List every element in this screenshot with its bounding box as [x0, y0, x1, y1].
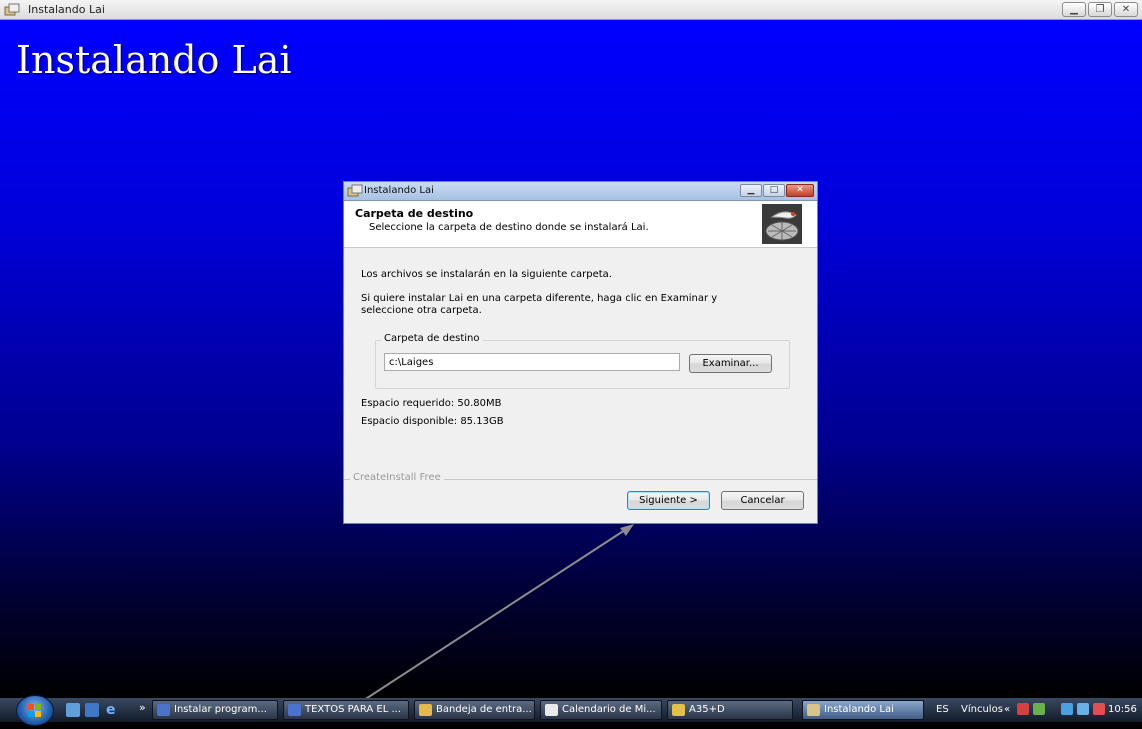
dialog-titlebar[interactable]: Instalando Lai ▁ □ ✕ — [344, 182, 817, 201]
volume-tray-icon[interactable] — [1093, 703, 1105, 715]
destination-group-label: Carpeta de destino — [381, 333, 483, 344]
close-button[interactable]: ✕ — [1114, 2, 1138, 17]
dialog-close-button[interactable]: ✕ — [786, 184, 814, 197]
footer-brand: CreateInstall Free — [350, 472, 444, 483]
header-subtitle: Seleccione la carpeta de destino donde s… — [369, 222, 649, 233]
internet-explorer-icon[interactable]: e — [106, 703, 120, 717]
word-doc-icon — [288, 704, 301, 716]
browse-button[interactable]: Examinar... — [689, 354, 772, 373]
taskbar-item[interactable]: TEXTOS PARA EL ... — [283, 700, 409, 720]
network-tray-icon[interactable] — [1061, 703, 1073, 715]
taskbar-item[interactable]: Bandeja de entra... — [414, 700, 535, 720]
start-button[interactable] — [16, 695, 54, 726]
close-icon: ✕ — [1121, 4, 1131, 15]
destination-path-input[interactable] — [384, 353, 680, 371]
outer-window-title: Instalando Lai — [28, 3, 105, 16]
installer-icon — [347, 184, 363, 197]
taskbar-item[interactable]: Calendario de Mi... — [540, 700, 662, 720]
windows-logo-icon — [28, 704, 41, 717]
clock[interactable]: 10:56 — [1108, 704, 1137, 715]
calendar-icon — [545, 704, 558, 716]
mail-inbox-icon — [419, 704, 432, 716]
links-chevron[interactable]: « — [1004, 704, 1010, 715]
header-title: Carpeta de destino — [355, 207, 474, 220]
quicklaunch-chevron[interactable]: » — [139, 701, 146, 714]
change-folder-text-line1: Si quiere instalar Lai en una carpeta di… — [361, 293, 718, 304]
maximize-icon: □ — [769, 185, 779, 195]
dialog-header: Carpeta de destino Seleccione la carpeta… — [344, 201, 817, 248]
connection-tray-icon[interactable] — [1077, 703, 1089, 715]
show-desktop-icon[interactable] — [66, 703, 80, 717]
product-logo-icon — [762, 204, 802, 244]
space-available-text: Espacio disponible: 85.13GB — [361, 416, 504, 427]
close-icon: ✕ — [796, 185, 804, 195]
language-indicator[interactable]: ES — [936, 704, 949, 715]
background-title: Instalando Lai — [16, 38, 292, 82]
dialog-maximize-button[interactable]: □ — [763, 184, 785, 197]
messenger-tray-icon[interactable] — [1033, 703, 1045, 715]
installer-icon — [4, 3, 20, 16]
minimize-icon: ▁ — [1070, 4, 1078, 15]
dialog-title: Instalando Lai — [364, 185, 434, 196]
cancel-button[interactable]: Cancelar — [721, 491, 804, 510]
taskbar-item[interactable]: Instalar program... — [152, 700, 278, 720]
minimize-icon: ▁ — [747, 185, 755, 195]
outer-window-titlebar[interactable]: Instalando Lai ▁ ❐ ✕ — [0, 0, 1142, 20]
word-doc-icon — [157, 704, 170, 716]
switch-windows-icon[interactable] — [85, 703, 99, 717]
taskbar-item[interactable]: A35+D — [667, 700, 793, 720]
taskbar-item-label: TEXTOS PARA EL ... — [305, 704, 402, 715]
minimize-button[interactable]: ▁ — [1062, 2, 1086, 17]
taskbar-item-label: A35+D — [689, 704, 725, 715]
installer-dialog: Instalando Lai ▁ □ ✕ Carpeta de destino … — [343, 181, 818, 524]
space-required-text: Espacio requerido: 50.80MB — [361, 398, 502, 409]
dialog-minimize-button[interactable]: ▁ — [740, 184, 762, 197]
intro-text: Los archivos se instalarán en la siguien… — [361, 269, 612, 280]
restore-button[interactable]: ❐ — [1088, 2, 1112, 17]
taskbar-item-label: Instalar program... — [174, 704, 267, 715]
taskbar: e » Instalar program... TEXTOS PARA EL .… — [0, 695, 1142, 726]
links-toolbar-label[interactable]: Vínculos — [961, 704, 1003, 715]
taskbar-item-active[interactable]: Instalando Lai — [802, 700, 924, 720]
next-button[interactable]: Siguiente > — [627, 491, 710, 510]
restore-icon: ❐ — [1095, 4, 1105, 15]
folder-icon — [672, 704, 685, 716]
taskbar-item-label: Calendario de Mi... — [562, 704, 656, 715]
change-folder-text-line2: seleccione otra carpeta. — [361, 305, 482, 316]
taskbar-item-label: Instalando Lai — [824, 704, 894, 715]
antivirus-tray-icon[interactable] — [1017, 703, 1029, 715]
installer-icon — [807, 704, 820, 716]
taskbar-item-label: Bandeja de entra... — [436, 704, 532, 715]
